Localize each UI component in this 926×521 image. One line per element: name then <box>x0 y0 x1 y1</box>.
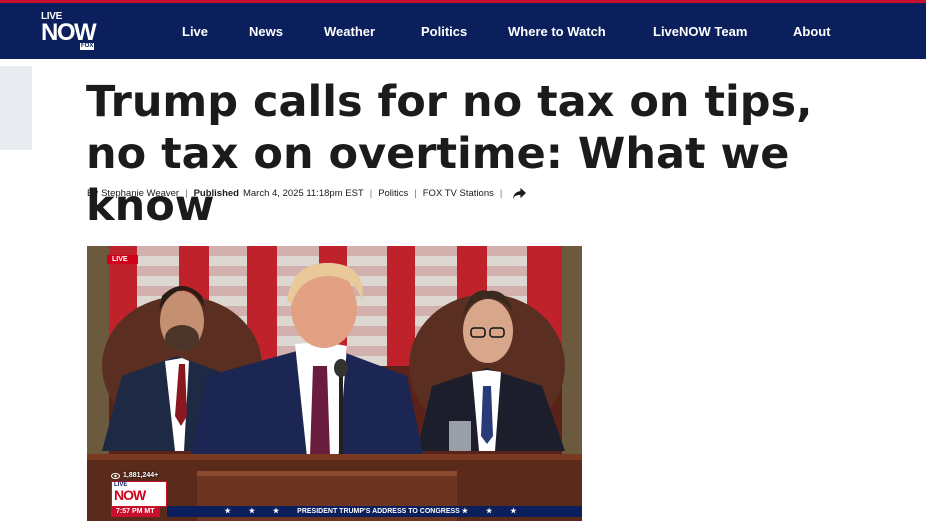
article-headline: Trump calls for no tax on tips, no tax o… <box>86 77 813 231</box>
star-decoration-icon: ★ ★ ★ <box>224 508 298 515</box>
published-date: March 4, 2025 11:18pm EST <box>242 187 364 199</box>
share-arrow-icon[interactable] <box>512 187 527 200</box>
byline-separator: | <box>499 187 503 199</box>
source-link[interactable]: FOX TV Stations <box>423 188 494 199</box>
lower-third-banner: ★ ★ ★ PRESIDENT TRUMP'S ADDRESS TO CONGR… <box>167 506 582 517</box>
nav-item-politics[interactable]: Politics <box>421 24 467 39</box>
byline-separator: | <box>185 187 188 199</box>
main-nav: LIVE NOW FOX Live News Weather Politics … <box>0 3 926 59</box>
byline-by-label: By <box>87 187 99 199</box>
nav-item-live[interactable]: Live <box>182 24 208 39</box>
article-byline: By Stephanie Weaver | Published March 4,… <box>87 186 527 200</box>
category-link[interactable]: Politics <box>378 188 408 199</box>
livenow-logo[interactable]: LIVE NOW FOX <box>41 12 101 52</box>
byline-separator: | <box>414 187 417 199</box>
side-ad-placeholder <box>0 66 32 150</box>
lower-third-text: PRESIDENT TRUMP'S ADDRESS TO CONGRESS <box>297 508 460 515</box>
video-player[interactable]: LIVE 1,881,244+ LIVE NOW 7:57 PM MT ★ ★ … <box>87 246 582 521</box>
logo-text-now: NOW <box>41 19 97 46</box>
view-count-text: 1,881,244+ <box>123 472 159 479</box>
nav-item-where-to-watch[interactable]: Where to Watch <box>508 24 606 39</box>
video-frame-image <box>87 246 582 521</box>
nav-item-about[interactable]: About <box>793 24 831 39</box>
view-count: 1,881,244+ <box>111 472 158 479</box>
logo-badge-fox: FOX <box>80 43 95 50</box>
livenow-bug-logo: LIVE NOW <box>111 481 167 507</box>
eye-icon <box>111 472 120 479</box>
published-label: Published <box>193 187 239 199</box>
broadcast-time: 7:57 PM MT <box>111 506 160 517</box>
nav-item-weather[interactable]: Weather <box>324 24 375 39</box>
live-tag: LIVE <box>107 255 138 264</box>
author-link[interactable]: Stephanie Weaver <box>101 188 179 199</box>
bug-text-now: NOW <box>114 487 146 503</box>
nav-item-livenow-team[interactable]: LiveNOW Team <box>653 24 747 39</box>
nav-item-news[interactable]: News <box>249 24 283 39</box>
byline-separator: | <box>369 187 373 199</box>
star-decoration-icon: ★ ★ ★ <box>461 508 525 515</box>
